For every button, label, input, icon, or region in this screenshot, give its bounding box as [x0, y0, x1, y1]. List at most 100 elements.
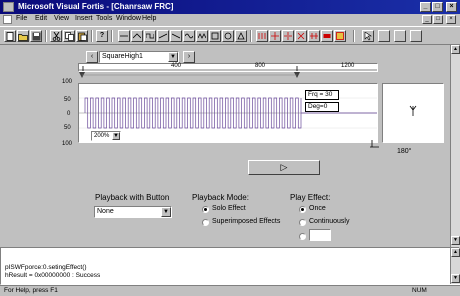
output-scrollbar[interactable]: ▲ ▼	[450, 248, 460, 284]
y-axis-tick: 50	[64, 125, 71, 131]
document-icon[interactable]	[3, 15, 12, 24]
maximize-button[interactable]: □	[432, 2, 443, 12]
mdi-restore-button[interactable]: □	[433, 15, 443, 24]
mdi-close-button[interactable]: ×	[446, 15, 456, 24]
repeat-count-radio[interactable]	[299, 233, 306, 240]
next-effect-button[interactable]: ›	[183, 51, 195, 63]
output-pane[interactable]: pISWFporce:0.setingEffect() hResult = 0x…	[0, 247, 460, 285]
end-marker-icon[interactable]	[370, 140, 380, 148]
open-folder-icon[interactable]	[17, 30, 29, 42]
y-axis-tick: 50	[64, 97, 71, 103]
effect-tool-icon[interactable]	[256, 30, 268, 42]
playback-mode-heading: Playback Mode:	[192, 193, 249, 202]
effect-tool-icon[interactable]	[282, 30, 294, 42]
effect-tool-icon[interactable]	[308, 30, 320, 42]
window-title: Microsoft Visual Fortis - [Chanrsaw FRC]	[18, 2, 174, 11]
effect-tool-icon[interactable]	[222, 30, 234, 42]
close-button[interactable]: ×	[446, 2, 457, 12]
frequency-label: Frq = 30	[305, 90, 339, 100]
effect-tool-icon[interactable]	[269, 30, 281, 42]
scroll-down-button[interactable]: ▼	[451, 274, 460, 283]
form-scrollbar[interactable]: ▲ ▼	[450, 45, 460, 247]
scroll-up-button[interactable]: ▲	[451, 248, 460, 257]
direction-panel[interactable]	[382, 83, 444, 143]
effect-tool-icon[interactable]	[118, 30, 130, 42]
effect-tool-icon[interactable]	[196, 30, 208, 42]
playback-button-select[interactable]: None ▼	[94, 206, 172, 218]
effect-tool-icon[interactable]	[209, 30, 221, 42]
scroll-down-button[interactable]: ▼	[451, 236, 460, 245]
solo-effect-label: Solo Effect	[212, 205, 246, 212]
menu-view[interactable]: View	[54, 15, 69, 22]
menu-help[interactable]: Help	[142, 15, 156, 22]
toolbar: ?	[0, 26, 460, 45]
save-icon[interactable]	[30, 30, 42, 42]
menu-insert[interactable]: Insert	[75, 15, 93, 22]
play-effect-heading: Play Effect:	[290, 193, 331, 202]
effect-selector-value: SquareHigh1	[102, 53, 143, 60]
chevron-down-icon[interactable]: ▼	[112, 132, 120, 140]
effect-tool-icon[interactable]	[170, 30, 182, 42]
y-axis-tick: 0	[67, 111, 71, 117]
zoom-value: 200%	[94, 133, 110, 139]
previous-effect-button[interactable]: ‹	[86, 51, 98, 63]
menu-tools[interactable]: Tools	[96, 15, 112, 22]
menu-edit[interactable]: Edit	[35, 15, 47, 22]
y-axis-tick: 100	[62, 79, 73, 85]
zoom-selector[interactable]: 200% ▼	[91, 131, 121, 141]
effect-tool-icon[interactable]	[157, 30, 169, 42]
app-icon[interactable]	[3, 2, 14, 12]
pointer-icon[interactable]	[362, 30, 374, 42]
continuously-radio[interactable]	[299, 219, 306, 226]
effect-selector[interactable]: SquareHigh1 ▼	[99, 51, 179, 63]
paste-icon[interactable]	[76, 30, 88, 42]
effect-tool-icon[interactable]	[321, 30, 333, 42]
menu-window[interactable]: Window	[116, 15, 141, 22]
effect-tool-icon[interactable]	[131, 30, 143, 42]
continuously-label: Continuously	[309, 218, 350, 225]
toolbar-separator	[91, 30, 93, 42]
cut-icon[interactable]	[50, 30, 62, 42]
toolbar-separator	[111, 30, 113, 42]
effect-tool-icon[interactable]	[235, 30, 247, 42]
waveform-plot[interactable]: Frq = 30 Deg=0 200% ▼	[78, 83, 378, 143]
play-icon: ▷	[280, 162, 288, 172]
effect-tool-icon[interactable]	[334, 30, 346, 42]
duration-slider[interactable]	[78, 72, 300, 80]
menu-bar: File Edit View Insert Tools Window Help	[0, 14, 460, 26]
new-file-icon[interactable]	[4, 30, 16, 42]
minimize-button[interactable]: _	[420, 2, 431, 12]
output-line: pISWFporce:0.setingEffect()	[5, 264, 87, 271]
status-bar: For Help, press F1 NUM	[0, 285, 460, 296]
chevron-down-icon[interactable]: ▼	[161, 207, 171, 217]
status-num-indicator: NUM	[412, 287, 427, 294]
status-help-text: For Help, press F1	[4, 287, 58, 294]
toolbar-blank-button[interactable]	[410, 30, 422, 42]
copy-icon[interactable]	[63, 30, 75, 42]
mdi-minimize-button[interactable]: _	[422, 15, 432, 24]
chevron-down-icon[interactable]: ▼	[168, 52, 178, 62]
play-button[interactable]: ▷	[248, 160, 320, 175]
playback-button-heading: Playback with Button	[95, 193, 170, 202]
solo-effect-radio[interactable]	[202, 206, 209, 213]
help-icon[interactable]: ?	[96, 30, 108, 42]
effect-tool-icon[interactable]	[183, 30, 195, 42]
toolbar-blank-button[interactable]	[394, 30, 406, 42]
timeline-ruler[interactable]: 400 800 1200	[78, 63, 378, 72]
menu-file[interactable]: File	[16, 15, 27, 22]
direction-angle: 180°	[397, 148, 412, 155]
once-label: Once	[309, 205, 326, 212]
once-radio[interactable]	[299, 206, 306, 213]
timeline-tick: 1200	[341, 63, 355, 69]
toolbar-separator	[250, 30, 252, 42]
repeat-count-field[interactable]	[309, 229, 331, 241]
timeline-tick: 800	[255, 63, 266, 69]
scroll-up-button[interactable]: ▲	[451, 45, 460, 54]
toolbar-blank-button[interactable]	[378, 30, 390, 42]
superimposed-effects-radio[interactable]	[202, 219, 209, 226]
effect-tool-icon[interactable]	[144, 30, 156, 42]
effect-tool-icon[interactable]	[295, 30, 307, 42]
title-bar: Microsoft Visual Fortis - [Chanrsaw FRC]…	[0, 0, 460, 14]
playback-button-value: None	[97, 208, 114, 215]
superimposed-effects-label: Superimposed Effects	[212, 218, 281, 225]
